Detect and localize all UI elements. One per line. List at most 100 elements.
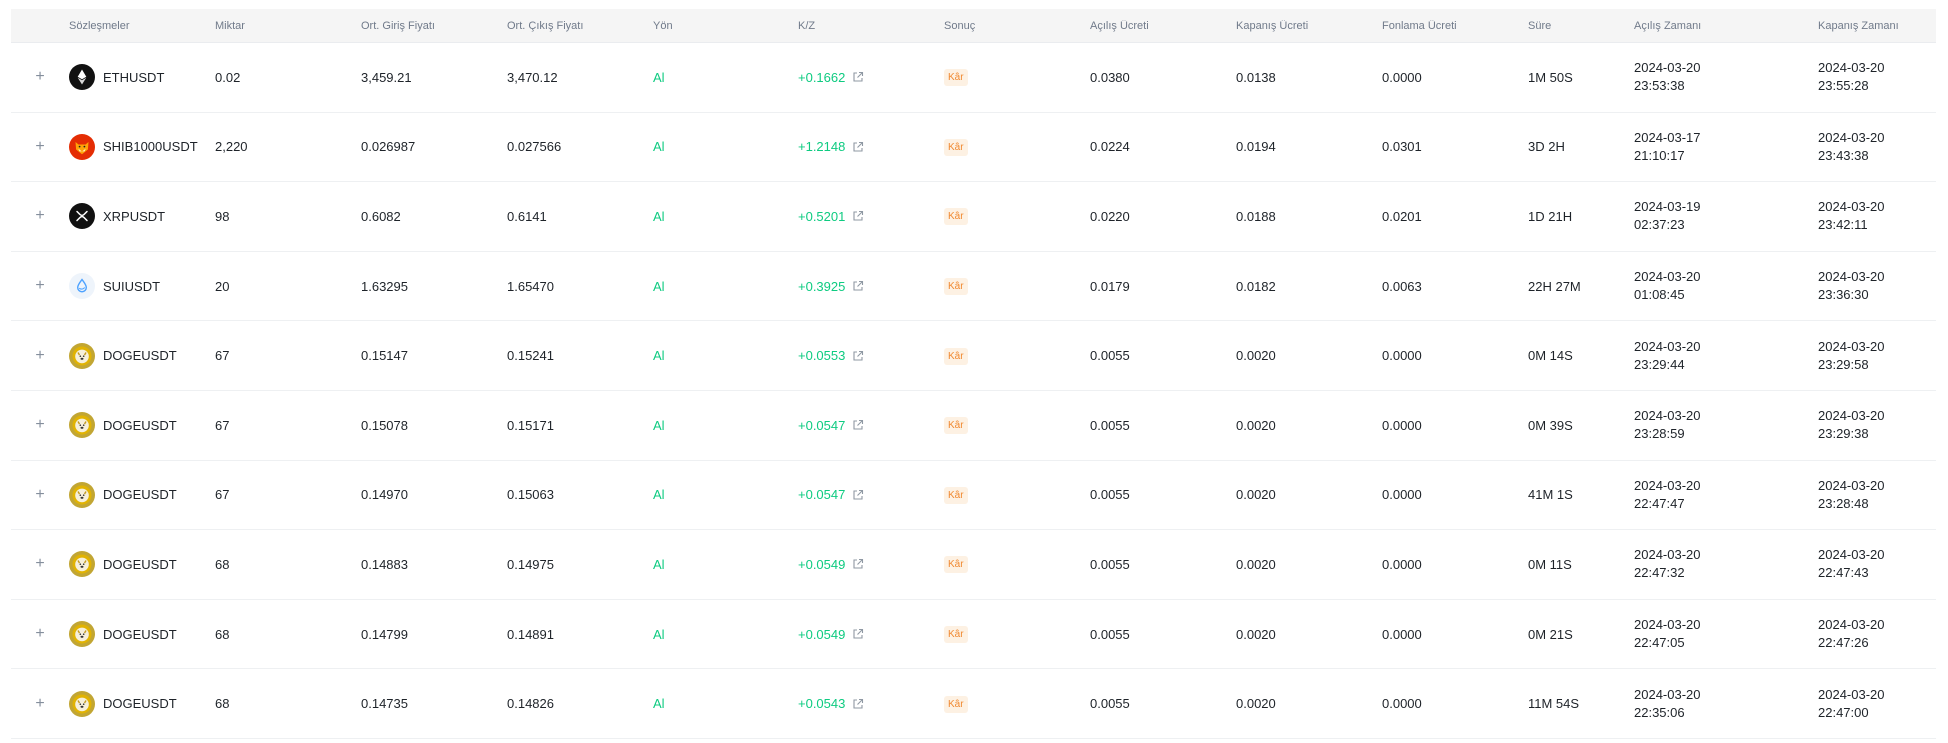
result-cell: Kâr [944, 68, 1090, 87]
close-time-cell: 2024-03-20 23:36:30 [1818, 268, 1941, 304]
expand-icon[interactable]: + [35, 696, 44, 712]
result-badge: Kâr [944, 347, 968, 365]
duration-cell: 1M 50S [1528, 69, 1573, 85]
header-symbol: Sözleşmeler [69, 19, 130, 32]
exit-price-cell: 0.15241 [507, 348, 554, 364]
close-date: 2024-03-20 [1818, 477, 1885, 493]
exit-price-cell: 0.14975 [507, 556, 554, 572]
duration-cell: 0M 21S [1528, 626, 1573, 642]
close-clock: 22:47:00 [1818, 704, 1869, 720]
open-time-cell: 2024-03-20 22:47:32 [1634, 546, 1818, 582]
share-icon[interactable] [852, 628, 864, 640]
close-date: 2024-03-20 [1818, 269, 1885, 285]
close-fee-cell: 0.0020 [1236, 556, 1276, 572]
xrp-coin-icon [69, 203, 95, 230]
open-fee-cell: 0.0055 [1090, 626, 1130, 642]
exit-price-cell: 0.027566 [507, 139, 562, 155]
doge-coin-icon [69, 690, 95, 717]
pnl-value: +0.0549 [798, 626, 846, 642]
side-cell: Al [653, 69, 665, 85]
entry-price-cell: 3,459.21 [361, 69, 412, 85]
header-entry-price: Ort. Giriş Fiyatı [361, 19, 435, 32]
expand-icon[interactable]: + [35, 417, 44, 433]
pnl-cell: +0.1662 [798, 70, 944, 85]
qty-cell: 68 [215, 626, 230, 642]
close-date: 2024-03-20 [1818, 338, 1885, 354]
duration-cell: 0M 39S [1528, 417, 1573, 433]
close-clock: 23:55:28 [1818, 78, 1869, 94]
expand-icon[interactable]: + [35, 278, 44, 294]
expand-icon[interactable]: + [35, 626, 44, 642]
share-icon[interactable] [852, 698, 864, 710]
open-time-cell: 2024-03-20 23:53:38 [1634, 59, 1818, 95]
expand-icon[interactable]: + [35, 487, 44, 503]
qty-cell: 2,220 [215, 139, 248, 155]
exit-price-cell: 0.14826 [507, 696, 554, 712]
symbol-cell: ETHUSDT [69, 64, 215, 91]
share-icon[interactable] [852, 71, 864, 83]
close-fee-cell: 0.0138 [1236, 69, 1276, 85]
qty-cell: 0.02 [215, 69, 241, 85]
close-clock: 22:47:26 [1818, 635, 1869, 651]
open-fee-cell: 0.0380 [1090, 69, 1130, 85]
qty-cell: 68 [215, 556, 230, 572]
expand-icon[interactable]: + [35, 69, 44, 85]
header-pnl: K/Z [798, 19, 816, 32]
entry-price-cell: 0.15078 [361, 417, 408, 433]
close-date: 2024-03-20 [1818, 617, 1885, 633]
result-cell: Kâr [944, 207, 1090, 226]
symbol-text: XRPUSDT [103, 208, 166, 224]
exit-price-cell: 0.14891 [507, 626, 554, 642]
open-fee-cell: 0.0220 [1090, 208, 1130, 224]
doge-coin-icon [69, 481, 95, 508]
share-icon[interactable] [852, 141, 864, 153]
doge-coin-icon [69, 412, 95, 439]
share-icon[interactable] [852, 558, 864, 570]
share-icon[interactable] [852, 419, 864, 431]
share-icon[interactable] [852, 350, 864, 362]
header-exit-price: Ort. Çıkış Fiyatı [507, 19, 584, 32]
expand-icon[interactable]: + [35, 556, 44, 572]
symbol-text: DOGEUSDT [103, 348, 177, 364]
symbol-text: SHIB1000USDT [103, 139, 198, 155]
share-icon[interactable] [852, 489, 864, 501]
symbol-text: ETHUSDT [103, 69, 165, 85]
pnl-cell: +0.0553 [798, 348, 944, 363]
open-date: 2024-03-20 [1634, 60, 1701, 76]
expand-icon[interactable]: + [35, 348, 44, 364]
duration-cell: 0M 11S [1528, 556, 1572, 572]
open-date: 2024-03-20 [1634, 686, 1701, 702]
shib-coin-icon [69, 133, 95, 160]
header-open-fee: Açılış Ücreti [1090, 19, 1149, 32]
open-time-cell: 2024-03-20 01:08:45 [1634, 268, 1818, 304]
side-cell: Al [653, 348, 665, 364]
header-open-time: Açılış Zamanı [1634, 19, 1702, 32]
open-time-cell: 2024-03-20 22:35:06 [1634, 686, 1818, 722]
open-clock: 22:47:05 [1634, 635, 1685, 651]
symbol-text: SUIUSDT [103, 278, 161, 294]
funding-fee-cell: 0.0063 [1382, 278, 1422, 294]
close-time-cell: 2024-03-20 22:47:00 [1818, 686, 1941, 722]
close-time-cell: 2024-03-20 23:55:28 [1818, 59, 1941, 95]
exit-price-cell: 3,470.12 [507, 69, 558, 85]
symbol-cell: DOGEUSDT [69, 412, 215, 439]
expand-icon[interactable]: + [35, 208, 44, 224]
open-date: 2024-03-20 [1634, 408, 1701, 424]
symbol-text: DOGEUSDT [103, 626, 177, 642]
expand-icon[interactable]: + [35, 139, 44, 155]
table-row: + XRPUSDT 98 0.6082 0.6141 Al +0.5201 Kâ… [11, 182, 1936, 252]
close-clock: 22:47:43 [1818, 565, 1869, 581]
side-cell: Al [653, 696, 665, 712]
share-icon[interactable] [852, 210, 864, 222]
close-time-cell: 2024-03-20 23:43:38 [1818, 129, 1941, 165]
result-cell: Kâr [944, 695, 1090, 713]
pnl-value: +1.2148 [798, 139, 846, 155]
close-clock: 23:28:48 [1818, 495, 1869, 511]
header-close-time: Kapanış Zamanı [1818, 19, 1899, 32]
pnl-cell: +0.0547 [798, 418, 944, 433]
share-icon[interactable] [852, 280, 864, 292]
symbol-cell: DOGEUSDT [69, 621, 215, 648]
side-cell: Al [653, 278, 665, 294]
row-expand-cell: + [11, 487, 69, 503]
header-result: Sonuç [944, 19, 976, 32]
